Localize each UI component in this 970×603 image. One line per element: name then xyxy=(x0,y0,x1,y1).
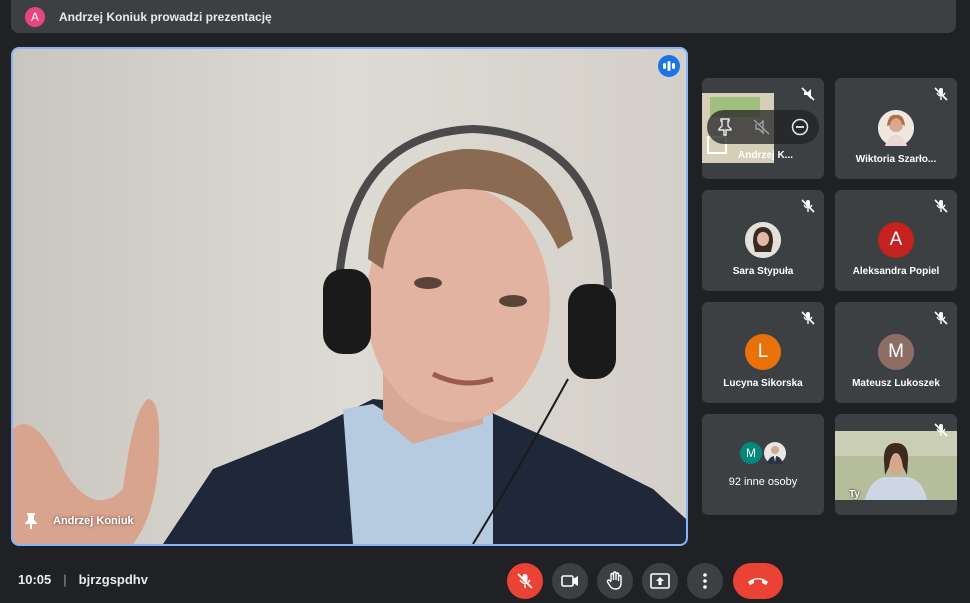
self-view-tile[interactable]: Ty xyxy=(835,414,957,515)
main-participant-name: Andrzej Koniuk xyxy=(53,515,134,527)
video-camera-icon xyxy=(561,575,578,587)
leave-call-button[interactable] xyxy=(733,563,783,599)
participant-avatar xyxy=(764,442,786,464)
presentation-banner-text: Andrzej Koniuk prowadzi prezentację xyxy=(59,9,272,24)
speaker-video-image xyxy=(13,49,686,544)
participant-avatar: L xyxy=(745,334,781,370)
speaking-indicator-icon xyxy=(658,55,680,77)
mic-off-icon xyxy=(801,311,815,325)
mic-off-icon xyxy=(934,87,948,101)
hang-up-icon xyxy=(748,578,768,585)
presentation-banner: A Andrzej Koniuk prowadzi prezentację xyxy=(11,0,956,33)
separator: | xyxy=(63,572,67,587)
participant-tile-wiktoria[interactable]: Wiktoria Szarło... xyxy=(835,78,957,179)
more-options-button[interactable] xyxy=(687,563,723,599)
other-participants-label: 92 inne osoby xyxy=(728,476,798,488)
pin-icon[interactable] xyxy=(23,512,39,530)
mic-off-icon xyxy=(934,311,948,325)
participant-avatar xyxy=(878,110,914,146)
others-avatar-stack: M xyxy=(740,442,788,464)
participant-name: Aleksandra Popiel xyxy=(852,266,940,277)
other-participants-tile[interactable]: M 92 inne osoby xyxy=(702,414,824,515)
remove-icon[interactable] xyxy=(791,118,809,136)
mic-off-icon xyxy=(801,87,815,101)
mic-off-icon xyxy=(517,573,533,589)
participant-tile-aleksandra[interactable]: A Aleksandra Popiel xyxy=(835,190,957,291)
participant-avatar: M xyxy=(878,334,914,370)
presenter-avatar: A xyxy=(25,6,45,27)
mic-off-icon xyxy=(801,199,815,213)
tile-hover-controls xyxy=(707,110,819,144)
microphone-toggle-button[interactable] xyxy=(507,563,543,599)
more-vert-icon xyxy=(703,573,707,589)
camera-toggle-button[interactable] xyxy=(552,563,588,599)
mic-off-icon xyxy=(934,199,948,213)
raise-hand-button[interactable] xyxy=(597,563,633,599)
participant-name: Wiktoria Szarło... xyxy=(855,154,937,165)
participant-avatar xyxy=(745,222,781,258)
participant-tile-andrzej[interactable]: Andrzej K... xyxy=(702,78,824,179)
meeting-code[interactable]: bjrzgspdhv xyxy=(79,572,148,587)
participant-name: Mateusz Lukoszek xyxy=(852,378,940,389)
present-screen-button[interactable] xyxy=(642,563,678,599)
participant-tile-sara[interactable]: Sara Stypuła xyxy=(702,190,824,291)
present-screen-icon xyxy=(650,573,670,589)
participant-name: Lucyna Sikorska xyxy=(723,378,803,389)
mute-participant-icon[interactable] xyxy=(753,119,771,135)
main-video-tile[interactable]: Andrzej Koniuk xyxy=(11,47,688,546)
mic-off-icon xyxy=(934,423,948,437)
participant-name: Andrzej K... xyxy=(738,150,794,161)
participant-avatar: A xyxy=(878,222,914,258)
pin-icon[interactable] xyxy=(717,118,733,136)
participant-tile-mateusz[interactable]: M Mateusz Lukoszek xyxy=(835,302,957,403)
meeting-details: 10:05 | bjrzgspdhv xyxy=(18,572,148,587)
self-name-label: Ty xyxy=(849,489,860,500)
participant-name: Sara Stypuła xyxy=(732,266,794,277)
clock-time: 10:05 xyxy=(18,572,52,587)
participant-tile-lucyna[interactable]: L Lucyna Sikorska xyxy=(702,302,824,403)
hand-icon xyxy=(606,571,622,590)
participant-avatar: M xyxy=(740,442,762,464)
